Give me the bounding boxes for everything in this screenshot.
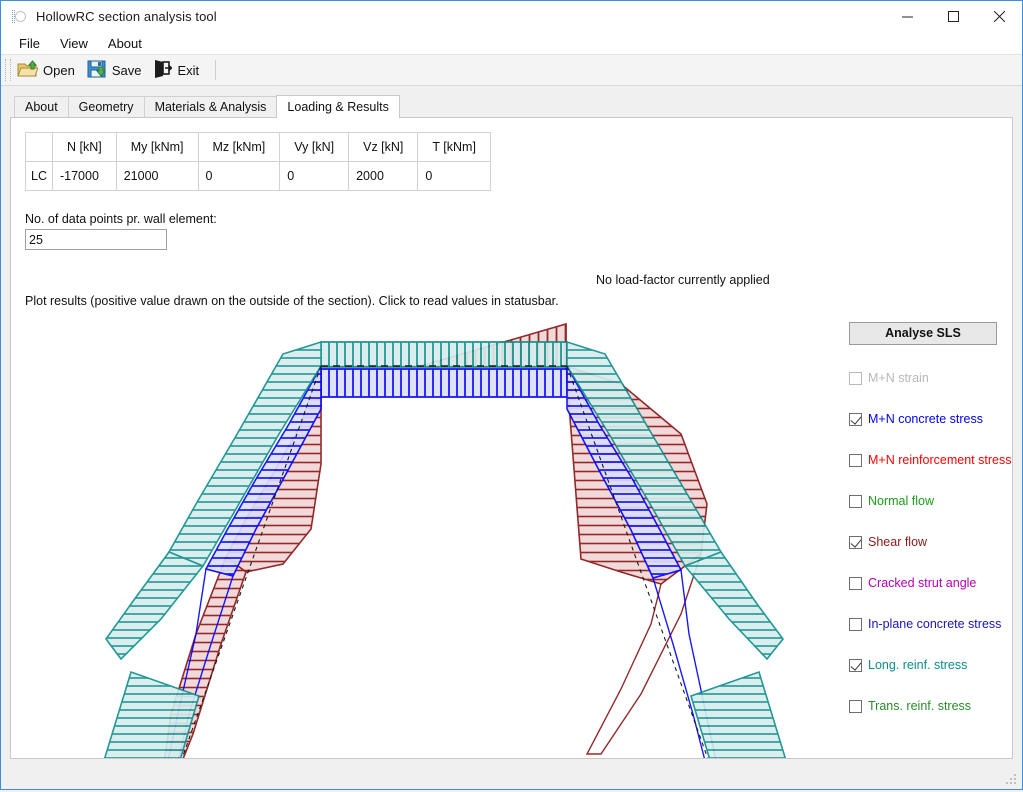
plot-instruction-text: Plot results (positive value drawn on th…	[25, 294, 559, 308]
cell-vz[interactable]: 2000	[348, 161, 419, 191]
floppy-disk-icon	[87, 59, 107, 81]
results-plot[interactable]	[21, 314, 841, 758]
checkbox-row-cracked-strut-angle[interactable]: Cracked strut angle	[849, 575, 1012, 591]
checkbox-row-shear-flow[interactable]: Shear flow	[849, 534, 1012, 550]
data-points-input[interactable]	[25, 229, 167, 250]
tab-strip: About Geometry Materials & Analysis Load…	[10, 95, 1013, 118]
minimize-icon[interactable]	[884, 1, 930, 32]
checkbox-cracked-strut-angle[interactable]	[849, 576, 862, 590]
tab-page-loading-results: N [kN] My [kNm] Mz [kNm] Vy [kN] Vz [kN]…	[10, 117, 1013, 759]
save-button-label: Save	[111, 62, 142, 78]
checkbox-label-cracked-strut-angle: Cracked strut angle	[868, 576, 977, 590]
checkbox-in-plane-concrete-stress[interactable]	[849, 617, 862, 631]
checkbox-label-mn-strain: M+N strain	[868, 371, 929, 385]
menu-item-about[interactable]: About	[98, 34, 152, 53]
tab-materials-analysis[interactable]: Materials & Analysis	[143, 96, 278, 117]
menu-item-file[interactable]: File	[9, 34, 50, 53]
checkbox-mn-strain[interactable]	[849, 371, 862, 385]
cell-mz[interactable]: 0	[197, 161, 281, 191]
checkbox-row-long-reinf-stress[interactable]: Long. reinf. stress	[849, 657, 1012, 673]
title-bar: HollowRC section analysis tool	[1, 1, 1022, 32]
client-area: About Geometry Materials & Analysis Load…	[1, 86, 1022, 759]
load-factor-note: No load-factor currently applied	[596, 273, 770, 287]
checkbox-row-mn-strain[interactable]: M+N strain	[849, 370, 1012, 386]
open-button[interactable]: Open	[13, 57, 83, 83]
checkbox-label-trans-reinf-stress: Trans. reinf. stress	[868, 699, 972, 713]
exit-door-icon	[153, 59, 174, 81]
col-head-t: T [kNm]	[417, 132, 491, 162]
window-title: HollowRC section analysis tool	[36, 9, 217, 24]
checkbox-label-mn-reinforcement-stress: M+N reinforcement stress	[868, 453, 1012, 467]
exit-button[interactable]: Exit	[149, 57, 207, 83]
col-head-vy: Vy [kN]	[279, 132, 350, 162]
window-controls	[884, 1, 1022, 32]
resize-grip[interactable]	[1006, 774, 1018, 786]
col-head-vz: Vz [kN]	[348, 132, 419, 162]
checkbox-row-normal-flow[interactable]: Normal flow	[849, 493, 1012, 509]
row-head-lc: LC	[25, 161, 53, 191]
toolbar-grip[interactable]	[5, 59, 11, 81]
col-head-n: N [kN]	[51, 132, 117, 162]
checkbox-label-long-reinf-stress: Long. reinf. stress	[868, 658, 968, 672]
app-window: HollowRC section analysis tool File View…	[0, 0, 1023, 790]
checkbox-long-reinf-stress[interactable]	[849, 658, 862, 672]
tab-about[interactable]: About	[14, 96, 69, 117]
exit-button-label: Exit	[177, 62, 200, 78]
checkbox-mn-concrete-stress[interactable]	[849, 412, 862, 426]
toolbar-separator	[215, 60, 217, 80]
col-head-mz: Mz [kNm]	[197, 132, 281, 162]
data-points-label: No. of data points pr. wall element:	[25, 212, 217, 226]
checkbox-shear-flow[interactable]	[849, 535, 862, 549]
col-head-my: My [kNm]	[115, 132, 199, 162]
checkbox-label-in-plane-concrete-stress: In-plane concrete stress	[868, 617, 1002, 631]
checkbox-label-shear-flow: Shear flow	[868, 535, 928, 549]
toolbar: Open Save Exit	[1, 54, 1022, 86]
tab-geometry[interactable]: Geometry	[67, 96, 145, 117]
checkbox-label-normal-flow: Normal flow	[868, 494, 934, 508]
app-icon	[10, 9, 26, 25]
checkbox-row-in-plane-concrete-stress[interactable]: In-plane concrete stress	[849, 616, 1012, 632]
table-row: LC -17000 21000 0 0 2000 0	[25, 161, 491, 191]
checkbox-row-mn-reinforcement-stress[interactable]: M+N reinforcement stress	[849, 452, 1012, 468]
col-head-blank	[25, 132, 53, 162]
cell-my[interactable]: 21000	[115, 161, 199, 191]
table-header-row: N [kN] My [kNm] Mz [kNm] Vy [kN] Vz [kN]…	[25, 132, 491, 162]
maximize-icon[interactable]	[930, 1, 976, 32]
menu-item-view[interactable]: View	[50, 34, 98, 53]
status-bar	[1, 759, 1022, 789]
menu-bar: File View About	[1, 32, 1022, 54]
checkbox-normal-flow[interactable]	[849, 494, 862, 508]
results-options-panel: Analyse SLS M+N strain M+N concrete stre…	[849, 322, 1012, 714]
open-folder-icon	[17, 59, 39, 81]
checkbox-mn-reinforcement-stress[interactable]	[849, 453, 862, 467]
load-case-table: N [kN] My [kNm] Mz [kNm] Vy [kN] Vz [kN]…	[25, 132, 491, 191]
save-button[interactable]: Save	[83, 57, 150, 83]
checkbox-trans-reinf-stress[interactable]	[849, 699, 862, 713]
close-icon[interactable]	[976, 1, 1022, 32]
cell-vy[interactable]: 0	[279, 161, 350, 191]
open-button-label: Open	[43, 62, 75, 78]
checkbox-row-trans-reinf-stress[interactable]: Trans. reinf. stress	[849, 698, 1012, 714]
checkbox-row-mn-concrete-stress[interactable]: M+N concrete stress	[849, 411, 1012, 427]
analyse-sls-button[interactable]: Analyse SLS	[849, 322, 997, 345]
cell-n[interactable]: -17000	[51, 161, 117, 191]
cell-t[interactable]: 0	[417, 161, 491, 191]
tab-loading-results[interactable]: Loading & Results	[276, 95, 400, 118]
checkbox-label-mn-concrete-stress: M+N concrete stress	[868, 412, 983, 426]
